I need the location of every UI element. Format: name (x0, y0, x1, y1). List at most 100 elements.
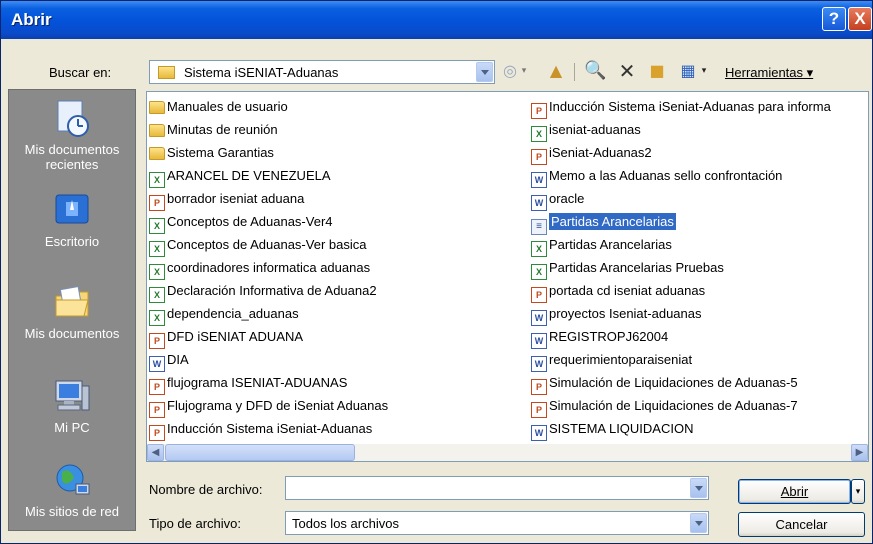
filetype-value: Todos los archivos (292, 516, 399, 531)
search-web-icon[interactable]: 🔍 (584, 61, 606, 81)
place-label: Mis documentos (24, 326, 120, 341)
file-name: Partidas Arancelarias Pruebas (549, 260, 724, 275)
doc-file-icon (531, 425, 547, 441)
ppt-file-icon (149, 195, 165, 211)
file-item[interactable]: proyectos Iseniat-aduanas (531, 303, 701, 326)
filetype-combobox[interactable]: Todos los archivos (285, 511, 709, 535)
tools-menu[interactable]: Herramientas ▾ (725, 65, 813, 81)
file-item[interactable]: Conceptos de Aduanas-Ver4 (149, 211, 333, 234)
horizontal-scrollbar[interactable]: ◀ ▶ (147, 444, 868, 461)
file-item[interactable]: flujograma ISENIAT-ADUANAS (149, 372, 347, 395)
file-list[interactable]: Manuales de usuario Minutas de reunión Sis… (146, 91, 869, 462)
file-item[interactable]: Manuales de usuario (149, 96, 288, 118)
doc-file-icon (149, 356, 165, 372)
open-button[interactable]: Abrir (738, 479, 851, 504)
place-my-documents[interactable]: Mis documentos (9, 282, 135, 341)
cancel-button[interactable]: Cancelar (738, 512, 865, 537)
place-recent[interactable]: Mis documentos recientes (9, 98, 135, 172)
views-dropdown-icon[interactable]: ▾ (699, 61, 709, 81)
file-item[interactable]: ARANCEL DE VENEZUELA (149, 165, 331, 188)
file-item[interactable]: SISTEMA LIQUIDACION (531, 418, 694, 441)
file-item[interactable]: Declaración Informativa de Aduana2 (149, 280, 377, 303)
filename-dropdown-button[interactable] (690, 478, 707, 498)
file-item[interactable]: oracle (531, 188, 585, 211)
xls-file-icon (149, 264, 165, 280)
place-label: Mis documentos recientes (24, 142, 120, 172)
file-name: oracle (549, 191, 585, 206)
xls-file-icon (149, 172, 165, 188)
file-item[interactable]: iseniat-aduanas (531, 119, 641, 142)
file-item[interactable]: iSeniat-Aduanas2 (531, 142, 652, 165)
file-item[interactable]: borrador iseniat aduana (149, 188, 305, 211)
tools-menu-label: Herramientas (725, 65, 804, 80)
file-name: Declaración Informativa de Aduana2 (167, 283, 377, 298)
file-item[interactable]: Partidas Arancelarias (531, 234, 672, 257)
lookin-dropdown-button[interactable] (476, 62, 493, 82)
file-item[interactable]: Simulación de Liquidaciones de Aduanas-5 (531, 372, 798, 395)
file-item[interactable]: REGISTROPJ62004 (531, 326, 669, 349)
txt-file-icon (531, 219, 547, 235)
place-network[interactable]: Mis sitios de red (9, 460, 135, 519)
xls-file-icon (149, 241, 165, 257)
file-name: REGISTROPJ62004 (549, 329, 669, 344)
lookin-value: Sistema iSENIAT-Aduanas (184, 65, 339, 80)
file-item[interactable]: Inducción Sistema iSeniat-Aduanas para i… (531, 96, 831, 119)
file-item[interactable]: Simulación de Liquidaciones de Aduanas-7 (531, 395, 798, 418)
place-my-computer[interactable]: Mi PC (9, 376, 135, 435)
file-name: DIA (167, 352, 189, 367)
file-item[interactable]: Flujograma y DFD de iSeniat Aduanas (149, 395, 389, 418)
new-folder-icon[interactable]: ■ (646, 61, 668, 81)
lookin-combobox[interactable]: Sistema iSENIAT-Aduanas (149, 60, 495, 84)
file-name: SISTEMA LIQUIDACION (549, 421, 694, 436)
back-dropdown-icon[interactable]: ▾ (519, 61, 529, 81)
place-desktop[interactable]: Escritorio (9, 190, 135, 249)
file-name: dependencia_aduanas (167, 306, 299, 321)
file-item[interactable]: Partidas Arancelarias Pruebas (531, 257, 724, 280)
views-icon[interactable]: ▦ (677, 61, 699, 81)
filename-combobox[interactable] (285, 476, 709, 500)
lookin-label: Buscar en: (49, 65, 112, 80)
file-item[interactable]: portada cd iseniat aduanas (531, 280, 706, 303)
folder-icon (149, 101, 165, 114)
place-label: Escritorio (44, 234, 100, 249)
file-item[interactable]: Minutas de reunión (149, 119, 278, 141)
file-name: Memo a las Aduanas sello confrontación (549, 168, 783, 183)
file-name: iseniat-aduanas (549, 122, 641, 137)
back-icon[interactable]: ◎ (501, 61, 519, 81)
file-name: Flujograma y DFD de iSeniat Aduanas (167, 398, 389, 413)
ppt-file-icon (531, 287, 547, 303)
file-item[interactable]: Conceptos de Aduanas-Ver basica (149, 234, 366, 257)
file-item[interactable]: Sistema Garantias (149, 142, 274, 164)
up-folder-icon[interactable]: ▲ (545, 61, 567, 81)
scroll-thumb[interactable] (165, 444, 355, 461)
file-name: portada cd iseniat aduanas (549, 283, 706, 298)
file-name: Minutas de reunión (167, 122, 278, 137)
file-item[interactable]: requerimientoparaiseniat (531, 349, 692, 372)
ppt-file-icon (149, 425, 165, 441)
title-bar[interactable]: Abrir ? X (1, 1, 872, 39)
filetype-dropdown-button[interactable] (690, 513, 707, 533)
scroll-right-icon[interactable]: ▶ (851, 444, 868, 461)
ppt-file-icon (149, 333, 165, 349)
folder-icon (149, 147, 165, 160)
ppt-file-icon (531, 379, 547, 395)
file-item[interactable]: Partidas Arancelarias (531, 211, 676, 235)
file-name: borrador iseniat aduana (167, 191, 305, 206)
file-item[interactable]: dependencia_aduanas (149, 303, 299, 326)
file-item[interactable]: Inducción Sistema iSeniat-Aduanas (149, 418, 372, 441)
file-item[interactable]: DIA (149, 349, 189, 372)
delete-icon[interactable]: ✕ (616, 61, 638, 81)
help-button[interactable]: ? (822, 7, 846, 31)
file-item[interactable]: coordinadores informatica aduanas (149, 257, 371, 280)
open-options-dropdown-icon[interactable]: ▾ (851, 479, 865, 504)
ppt-file-icon (531, 149, 547, 165)
scroll-left-icon[interactable]: ◀ (147, 444, 164, 461)
file-item[interactable]: Memo a las Aduanas sello confrontación (531, 165, 783, 188)
doc-file-icon (531, 356, 547, 372)
window-title: Abrir (11, 10, 52, 29)
file-name: Sistema Garantias (167, 145, 274, 160)
file-name: coordinadores informatica aduanas (167, 260, 371, 275)
close-button[interactable]: X (848, 7, 872, 31)
file-name: iSeniat-Aduanas2 (549, 145, 652, 160)
file-item[interactable]: DFD iSENIAT ADUANA (149, 326, 303, 349)
